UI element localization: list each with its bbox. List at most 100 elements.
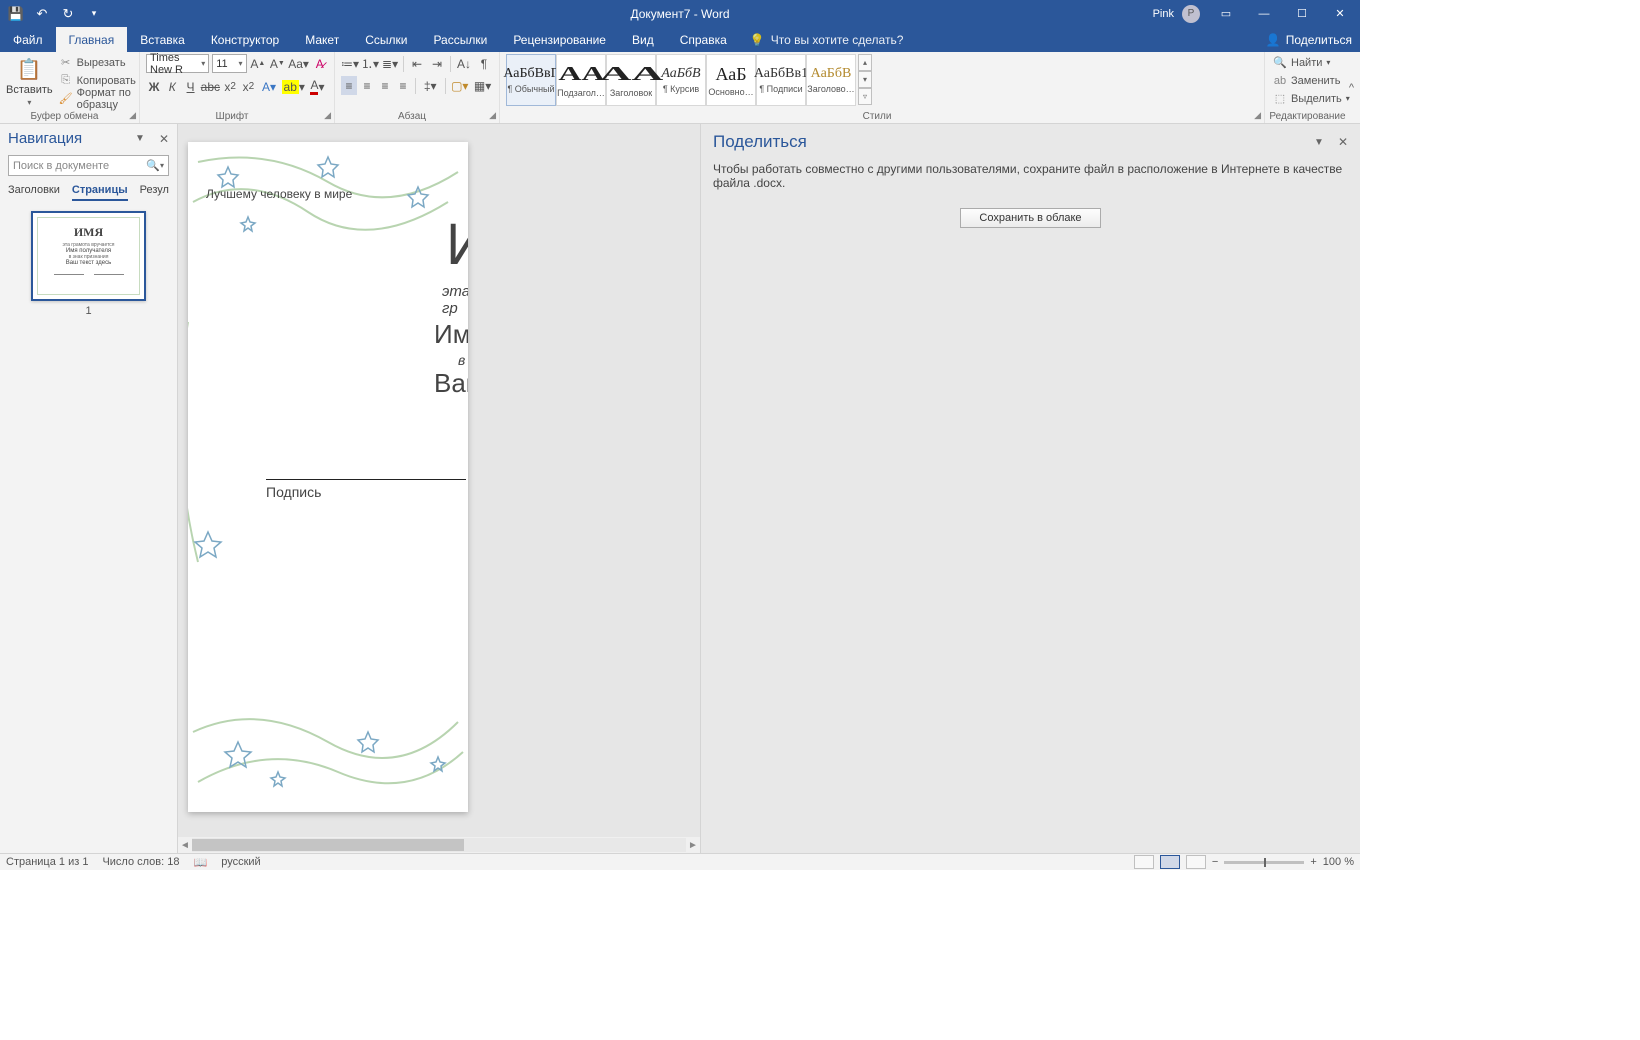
tab-insert[interactable]: Вставка	[127, 27, 198, 52]
nav-tab-headings[interactable]: Заголовки	[8, 184, 60, 201]
tab-help[interactable]: Справка	[667, 27, 740, 52]
underline-button[interactable]: Ч	[182, 77, 198, 96]
nav-search-input[interactable]: Поиск в документе 🔍▾	[8, 155, 169, 176]
select-button[interactable]: ⬚Выделить ▾	[1271, 90, 1354, 107]
clipboard-dialog-launcher[interactable]: ◢	[129, 110, 136, 121]
subscript-button[interactable]: x2	[222, 77, 238, 96]
zoom-slider[interactable]	[1224, 861, 1304, 864]
share-button[interactable]: 👤 Поделиться	[1266, 27, 1352, 52]
replace-button[interactable]: abЗаменить	[1271, 72, 1354, 89]
view-print-button[interactable]	[1160, 855, 1180, 869]
tab-design[interactable]: Конструктор	[198, 27, 292, 52]
align-center-button[interactable]: ≡	[359, 76, 375, 95]
save-to-cloud-button[interactable]: Сохранить в облаке	[960, 208, 1100, 228]
shrink-font-button[interactable]: A▼	[269, 54, 285, 73]
style-4[interactable]: АаБОсновно…	[706, 54, 756, 106]
nav-tab-pages[interactable]: Страницы	[72, 184, 128, 201]
style-2[interactable]: ААЗаголовок	[606, 54, 656, 106]
style-3[interactable]: АаБбВ¶ Курсив	[656, 54, 706, 106]
tab-review[interactable]: Рецензирование	[500, 27, 619, 52]
tab-references[interactable]: Ссылки	[352, 27, 420, 52]
style-1[interactable]: ААПодзагол…	[556, 54, 606, 106]
style-6[interactable]: АаБбВЗаголово…	[806, 54, 856, 106]
align-left-button[interactable]: ≡	[341, 76, 357, 95]
status-language[interactable]: русский	[221, 856, 260, 868]
maximize-button[interactable]: ☐	[1284, 0, 1320, 27]
status-page[interactable]: Страница 1 из 1	[6, 856, 88, 868]
nav-dropdown-icon[interactable]: ▼	[135, 133, 145, 144]
change-case-button[interactable]: Aa▾	[289, 54, 309, 73]
status-words[interactable]: Число слов: 18	[102, 856, 179, 868]
document-area[interactable]: Лучшему человеку в мире И эта гр Имя в В…	[178, 124, 700, 853]
borders-button[interactable]: ▦▾	[472, 76, 493, 95]
justify-button[interactable]: ≡	[395, 76, 411, 95]
highlight-button[interactable]: ab▾	[282, 77, 305, 96]
close-button[interactable]: ✕	[1322, 0, 1358, 27]
zoom-out-button[interactable]: −	[1212, 856, 1218, 868]
cut-button[interactable]: ✂Вырезать	[57, 54, 138, 71]
tab-layout[interactable]: Макет	[292, 27, 352, 52]
document-page[interactable]: Лучшему человеку в мире И эта гр Имя в В…	[188, 142, 468, 812]
view-web-button[interactable]	[1186, 855, 1206, 869]
bullets-button[interactable]: ≔▾	[341, 54, 359, 73]
nav-tab-results[interactable]: Результаты	[140, 184, 169, 201]
zoom-level[interactable]: 100 %	[1323, 856, 1354, 868]
font-dialog-launcher[interactable]: ◢	[324, 110, 331, 121]
tab-file[interactable]: Файл	[0, 27, 56, 52]
share-pane-options-icon[interactable]: ▼	[1314, 137, 1324, 148]
save-button[interactable]: 💾	[4, 2, 28, 26]
tab-mailings[interactable]: Рассылки	[420, 27, 500, 52]
scroll-right-icon[interactable]: ►	[686, 840, 700, 851]
grow-font-button[interactable]: A▲	[250, 54, 266, 73]
format-painter-button[interactable]: 🖌Формат по образцу	[57, 90, 138, 107]
multilevel-button[interactable]: ≣▾	[381, 54, 399, 73]
strike-button[interactable]: abc	[201, 77, 220, 96]
view-read-button[interactable]	[1134, 855, 1154, 869]
avatar[interactable]: P	[1182, 5, 1200, 23]
dec-indent-button[interactable]: ⇤	[408, 54, 426, 73]
styles-scroll-btn[interactable]: ▴	[858, 54, 872, 71]
paste-button[interactable]: 📋 Вставить ▾	[6, 54, 53, 109]
spellcheck-icon[interactable]: 📖	[194, 856, 208, 869]
nav-close-button[interactable]: ✕	[159, 132, 169, 146]
collapse-ribbon-button[interactable]: ^	[1349, 82, 1354, 94]
paragraph-dialog-launcher[interactable]: ◢	[489, 110, 496, 121]
bold-button[interactable]: Ж	[146, 77, 162, 96]
qat-customize[interactable]: ▾	[82, 2, 106, 26]
style-0[interactable]: АаБбВвГ¶ Обычный	[506, 54, 556, 106]
tell-me-search[interactable]: 💡 Что вы хотите сделать?	[740, 27, 914, 52]
styles-scroll-btn[interactable]: ▾	[858, 71, 872, 88]
shading-button[interactable]: ▢▾	[449, 76, 470, 95]
scroll-left-icon[interactable]: ◄	[178, 840, 192, 851]
ribbon-display-options[interactable]: ▭	[1208, 0, 1244, 27]
styles-dialog-launcher[interactable]: ◢	[1254, 110, 1261, 121]
style-5[interactable]: АаБбВв1¶ Подписи	[756, 54, 806, 106]
user-name[interactable]: Pink	[1153, 8, 1174, 20]
superscript-button[interactable]: x2	[240, 77, 256, 96]
minimize-button[interactable]: —	[1246, 0, 1282, 27]
line-spacing-button[interactable]: ‡▾	[420, 76, 441, 95]
zoom-in-button[interactable]: +	[1310, 856, 1316, 868]
workspace: Навигация ▼ ✕ Поиск в документе 🔍▾ Загол…	[0, 124, 1360, 853]
sort-button[interactable]: A↓	[455, 54, 473, 73]
tab-home[interactable]: Главная	[56, 27, 128, 52]
clear-format-button[interactable]: A̷	[312, 54, 328, 73]
text-effects-button[interactable]: A▾	[258, 77, 279, 96]
undo-button[interactable]: ↶	[30, 2, 54, 26]
align-right-button[interactable]: ≡	[377, 76, 393, 95]
find-button[interactable]: 🔍Найти ▾	[1271, 54, 1354, 71]
styles-scroll-btn[interactable]: ▿	[858, 88, 872, 105]
inc-indent-button[interactable]: ⇥	[428, 54, 446, 73]
italic-button[interactable]: К	[164, 77, 180, 96]
page-thumbnail[interactable]: ИМЯ эта грамота вручается Имя получателя…	[31, 211, 146, 301]
horizontal-scrollbar[interactable]: ◄ ►	[178, 837, 700, 853]
redo-button[interactable]: ↻	[56, 2, 80, 26]
font-name-combo[interactable]: Times New R▾	[146, 54, 209, 73]
show-marks-button[interactable]: ¶	[475, 54, 493, 73]
scroll-thumb[interactable]	[192, 839, 464, 851]
font-size-combo[interactable]: 11▾	[212, 54, 246, 73]
share-pane-close-button[interactable]: ✕	[1338, 135, 1348, 149]
numbering-button[interactable]: ⒈▾	[361, 54, 379, 73]
font-color-button[interactable]: A▾	[307, 77, 328, 96]
tab-view[interactable]: Вид	[619, 27, 667, 52]
